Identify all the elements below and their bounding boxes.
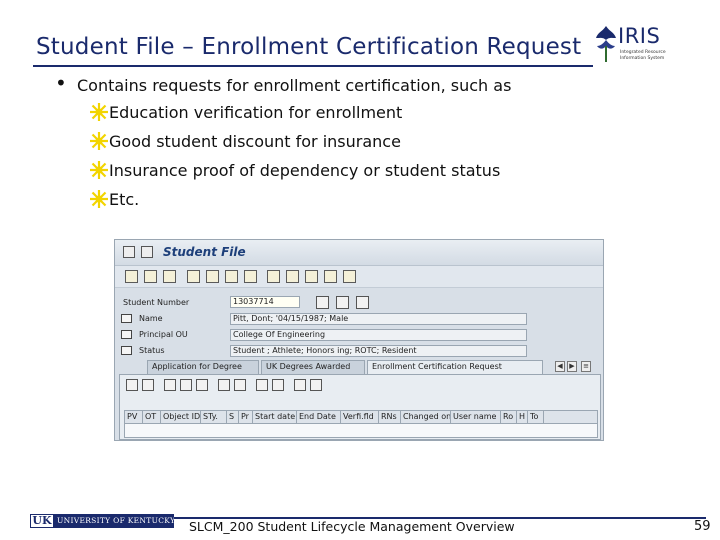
column-header[interactable]: Object ID (161, 411, 201, 424)
iris-logo-subtitle: Integrated Resource Information System (620, 50, 666, 61)
document-icon (163, 270, 176, 283)
sub-bullet: Education verification for enrollment (89, 102, 402, 123)
window-menu-icon (123, 246, 135, 258)
sap-tabstrip: Application for Degree UK Degrees Awarde… (115, 360, 603, 374)
star-bullet-icon (90, 132, 108, 150)
hierarchy-icon (125, 270, 138, 283)
star-bullet-icon (90, 190, 108, 208)
tab-scroll-right-icon[interactable]: ▶ (567, 361, 577, 372)
sap-toolbar (115, 266, 603, 288)
tab-list-icon[interactable]: ≡ (581, 361, 591, 372)
grid-header: PV OT Object ID STy. S Pr Start date End… (125, 411, 597, 424)
org-unit-icon (121, 330, 132, 339)
principal-ou-label: Principal OU (139, 330, 188, 339)
tab-enrollment-certification-request[interactable]: Enrollment Certification Request (367, 360, 543, 374)
grid-toolbar (120, 375, 600, 395)
column-header[interactable]: PV (125, 411, 143, 424)
iris-logo: IRIS Integrated Resource Information Sys… (594, 22, 674, 68)
layout-icon[interactable] (272, 379, 284, 391)
sub-bullet: Etc. (89, 189, 139, 210)
list-icon (244, 270, 257, 283)
window-list-icon (141, 246, 153, 258)
move-icon (286, 270, 299, 283)
sum-icon[interactable] (218, 379, 230, 391)
bullet-dot-icon: • (55, 71, 67, 95)
student-number-field[interactable]: 13037714 (230, 296, 300, 308)
tab-application-for-degree[interactable]: Application for Degree (147, 360, 259, 374)
copy-icon (324, 270, 337, 283)
column-header[interactable]: STy. (201, 411, 227, 424)
column-header[interactable]: Start date (253, 411, 297, 424)
sort-ascending-icon[interactable] (164, 379, 176, 391)
grid-icon (225, 270, 238, 283)
people-icon (305, 270, 318, 283)
export-icon[interactable] (256, 379, 268, 391)
transfer-icon (267, 270, 280, 283)
sort-descending-icon[interactable] (180, 379, 192, 391)
slide-title: Student File – Enrollment Certification … (36, 34, 582, 60)
filter-icon[interactable] (196, 379, 208, 391)
create-row-icon[interactable] (294, 379, 306, 391)
column-header[interactable]: Pr (239, 411, 253, 424)
column-header[interactable]: RNs (379, 411, 401, 424)
iris-logo-word: IRIS (618, 24, 661, 48)
column-header[interactable]: End Date (297, 411, 341, 424)
uk-logo-name: UNIVERSITY OF KENTUCKY (57, 516, 176, 525)
request-grid: PV OT Object ID STy. S Pr Start date End… (124, 410, 598, 438)
person-icon (121, 314, 132, 323)
column-header[interactable]: Verfi.fld (341, 411, 379, 424)
column-header[interactable]: Changed on (401, 411, 451, 424)
title-underline (33, 65, 593, 67)
uk-logo-mark: UK (30, 514, 54, 528)
folder-icon (144, 270, 157, 283)
principal-ou-field: College Of Engineering (230, 329, 527, 341)
main-bullet-text: Contains requests for enrollment certifi… (77, 76, 512, 95)
student-number-label: Student Number (123, 298, 190, 307)
tab-panel: PV OT Object ID STy. S Pr Start date End… (119, 374, 601, 440)
print-icon[interactable] (234, 379, 246, 391)
column-header[interactable]: To (528, 411, 544, 424)
iris-flower-icon (596, 26, 616, 62)
sap-titlebar: Student File (115, 240, 603, 266)
change-icon (206, 270, 219, 283)
sap-student-file-screenshot: Student File Student Number 13037714 Nam… (114, 239, 604, 441)
document-icon[interactable] (316, 296, 329, 309)
refresh-icon[interactable] (142, 379, 154, 391)
details-icon[interactable] (126, 379, 138, 391)
sub-bullet: Good student discount for insurance (89, 131, 401, 152)
status-icon (121, 346, 132, 355)
duplicate-icon (343, 270, 356, 283)
status-field: Student ; Athlete; Honors ing; ROTC; Res… (230, 345, 527, 357)
tab-uk-degrees-awarded[interactable]: UK Degrees Awarded (261, 360, 365, 374)
sub-bullet: Insurance proof of dependency or student… (89, 160, 500, 181)
create-icon (187, 270, 200, 283)
status-label: Status (139, 346, 165, 355)
star-bullet-icon (90, 161, 108, 179)
sap-window-title: Student File (163, 245, 246, 259)
delete-row-icon[interactable] (310, 379, 322, 391)
column-header[interactable]: S (227, 411, 239, 424)
edit-pencil-icon[interactable] (336, 296, 349, 309)
name-label: Name (139, 314, 163, 323)
column-header[interactable]: H (517, 411, 528, 424)
university-of-kentucky-logo: UK UNIVERSITY OF KENTUCKY (30, 514, 176, 528)
footer-course-title: SLCM_200 Student Lifecycle Management Ov… (189, 519, 515, 534)
star-bullet-icon (90, 103, 108, 121)
column-header[interactable]: User name (451, 411, 501, 424)
column-header[interactable]: OT (143, 411, 161, 424)
column-header[interactable]: Ro (501, 411, 517, 424)
name-field: Pitt, Dont; '04/15/1987; Male (230, 313, 527, 325)
page-number: 59 (694, 519, 711, 534)
search-person-icon[interactable] (356, 296, 369, 309)
tab-scroll-left-icon[interactable]: ◀ (555, 361, 565, 372)
